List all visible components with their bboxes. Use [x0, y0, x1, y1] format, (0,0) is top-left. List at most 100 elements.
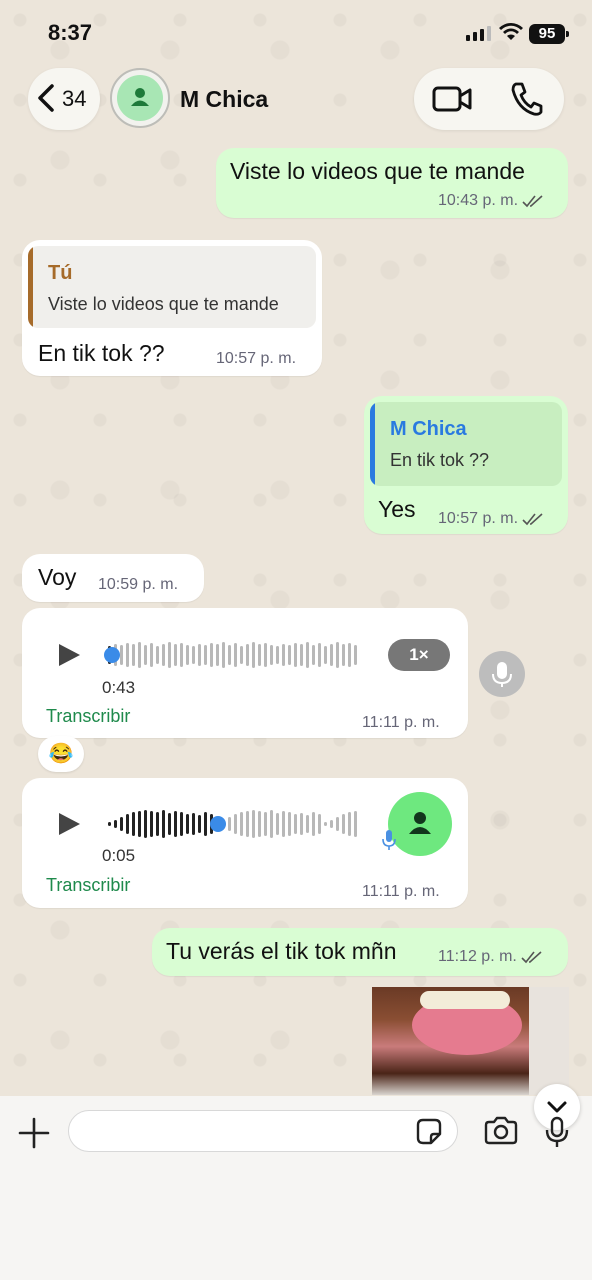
- contact-name[interactable]: M Chica: [180, 86, 268, 113]
- play-icon[interactable]: [56, 811, 82, 837]
- waveform-bar: [336, 817, 339, 831]
- waveform-bar: [144, 810, 147, 838]
- voice-duration: 0:05: [102, 846, 136, 865]
- waveform-bar: [282, 811, 285, 837]
- waveform-bar: [294, 814, 297, 834]
- waveform-bar: [264, 812, 267, 836]
- waveform-bar: [276, 813, 279, 835]
- waveform-bar: [228, 645, 231, 665]
- person-icon: [131, 88, 149, 106]
- waveform-bar: [288, 645, 291, 665]
- transcribe-link[interactable]: Transcribir: [46, 706, 130, 727]
- message-time: 10:43 p. m.: [438, 192, 519, 209]
- read-receipt-icon: [522, 195, 543, 208]
- playback-speed-button[interactable]: 1×: [388, 639, 450, 671]
- waveform-bar: [234, 814, 237, 834]
- waveform-bar: [246, 644, 249, 666]
- voice-message-bubble[interactable]: 0:05 Transcribir 11:11 p. m.: [22, 778, 468, 908]
- message-bubble-incoming[interactable]: Tú Viste lo videos que te mande En tik t…: [22, 240, 322, 376]
- message-input[interactable]: [68, 1110, 458, 1152]
- waveform-bar: [276, 646, 279, 664]
- voice-waveform[interactable]: [108, 640, 357, 670]
- playback-position-dot[interactable]: [104, 647, 120, 663]
- waveform-bar: [312, 645, 315, 665]
- playback-position-dot[interactable]: [210, 816, 226, 832]
- waveform-bar: [156, 646, 159, 664]
- sticker-icon[interactable]: [414, 1117, 444, 1147]
- waveform-bar: [150, 811, 153, 837]
- message-bubble-outgoing[interactable]: Tu verás el tik tok mñn 11:12 p. m.: [152, 928, 568, 976]
- back-button[interactable]: 34: [28, 68, 100, 130]
- waveform-bar: [318, 814, 321, 834]
- waveform-bar: [168, 813, 171, 835]
- message-text: Tu verás el tik tok mñn: [166, 938, 397, 964]
- waveform-bar: [174, 644, 177, 666]
- waveform-bar: [144, 645, 147, 665]
- camera-icon[interactable]: [483, 1116, 519, 1146]
- waveform-bar: [222, 642, 225, 668]
- waveform-bar: [234, 643, 237, 667]
- waveform-bar: [228, 817, 231, 831]
- waveform-bar: [120, 645, 123, 665]
- waveform-bar: [300, 813, 303, 835]
- voice-duration: 0:43: [102, 678, 136, 697]
- waveform-bar: [186, 814, 189, 834]
- waveform-bar: [216, 644, 219, 666]
- battery-indicator: 95: [529, 24, 569, 44]
- waveform-bar: [168, 642, 171, 668]
- waveform-bar: [252, 642, 255, 668]
- waveform-bar: [198, 815, 201, 833]
- message-time: 10:59 p. m.: [98, 576, 179, 593]
- waveform-bar: [318, 643, 321, 667]
- contact-avatar[interactable]: [110, 68, 170, 128]
- quoted-message[interactable]: M Chica En tik tok ??: [370, 402, 562, 486]
- message-meta: 10:57 p. m.: [438, 510, 544, 528]
- waveform-bar: [126, 643, 129, 667]
- quote-author: Tú: [48, 262, 73, 284]
- waveform-bar: [114, 820, 117, 828]
- waveform-bar: [192, 646, 195, 664]
- waveform-bar: [180, 812, 183, 836]
- message-meta: 11:12 p. m.: [438, 948, 543, 966]
- video-call-icon[interactable]: [432, 83, 474, 115]
- message-meta: 10:43 p. m.: [438, 192, 544, 210]
- message-time: 10:57 p. m.: [438, 510, 519, 527]
- waveform-bar: [270, 810, 273, 838]
- unread-count: 34: [62, 86, 87, 111]
- waveform-bar: [240, 812, 243, 836]
- waveform-bar: [204, 812, 207, 836]
- waveform-bar: [336, 642, 339, 668]
- quote-text: En tik tok ??: [390, 450, 490, 470]
- message-time: 11:11 p. m.: [362, 714, 440, 731]
- waveform-bar: [306, 815, 309, 833]
- waveform-bar: [240, 646, 243, 664]
- quote-text: Viste lo videos que te mande: [48, 294, 279, 314]
- microphone-icon[interactable]: [543, 1116, 571, 1148]
- microphone-icon: [382, 830, 396, 850]
- waveform-bar: [156, 812, 159, 836]
- plus-icon[interactable]: [18, 1117, 50, 1149]
- media-thumbnail[interactable]: [372, 987, 569, 1095]
- waveform-bar: [270, 645, 273, 665]
- waveform-bar: [324, 646, 327, 664]
- message-text: Viste lo videos que te mande: [230, 158, 525, 184]
- quoted-message[interactable]: Tú Viste lo videos que te mande: [28, 246, 316, 328]
- waveform-bar: [252, 810, 255, 838]
- waveform-bar: [210, 643, 213, 667]
- status-bar: 8:37 95: [0, 0, 592, 64]
- waveform-bar: [324, 822, 327, 826]
- message-reaction[interactable]: 😂: [38, 736, 84, 772]
- quote-author: M Chica: [390, 418, 467, 440]
- voice-message-bubble[interactable]: 0:43 1× Transcribir 11:11 p. m.: [22, 608, 468, 738]
- phone-call-icon[interactable]: [510, 81, 544, 117]
- voice-waveform[interactable]: [108, 809, 357, 839]
- message-bubble-incoming[interactable]: Voy 10:59 p. m.: [22, 554, 204, 602]
- message-bubble-outgoing[interactable]: Viste lo videos que te mande 10:43 p. m.: [216, 148, 568, 218]
- message-bubble-outgoing[interactable]: M Chica En tik tok ?? Yes 10:57 p. m.: [364, 396, 568, 534]
- microphone-icon: [492, 662, 512, 687]
- waveform-bar: [288, 812, 291, 836]
- waveform-bar: [108, 822, 111, 826]
- play-icon[interactable]: [56, 642, 82, 668]
- message-text: En tik tok ??: [38, 340, 165, 366]
- transcribe-link[interactable]: Transcribir: [46, 875, 130, 896]
